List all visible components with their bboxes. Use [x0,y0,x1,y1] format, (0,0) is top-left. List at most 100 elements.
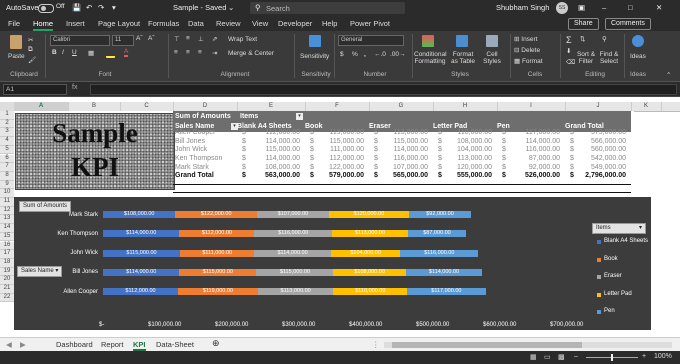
zoom-level[interactable]: 100% [654,353,672,360]
format-painter-icon[interactable]: 🖌 [28,56,36,64]
zoom-in-icon[interactable]: + [642,353,646,360]
copy-icon[interactable]: ⧉ [28,46,33,54]
row-header[interactable]: 7 [0,163,14,172]
paste-button[interactable]: Paste [8,53,25,60]
column-header[interactable]: F [305,102,370,111]
maximize-icon[interactable]: □ [628,3,633,12]
sort-filter-button[interactable]: Sort & Filter [574,51,598,65]
horizontal-scrollbar[interactable] [384,342,672,348]
legend-entry[interactable]: Book [604,256,618,262]
row-header[interactable]: 9 [0,180,14,190]
add-sheet-icon[interactable]: ⊕ [212,338,220,349]
quick-access-chevron-icon[interactable]: ▾ [112,3,116,12]
close-icon[interactable]: ✕ [656,3,662,12]
row-header[interactable]: 12 [0,206,14,216]
column-header[interactable]: J [565,102,632,111]
row-header[interactable]: 6 [0,154,14,164]
legend-entry[interactable]: Eraser [604,273,622,279]
normal-view-icon[interactable]: ▦ [530,353,537,361]
format-as-table-button[interactable]: Format as Table [450,51,476,65]
conditional-formatting-icon[interactable] [422,35,434,47]
format-as-table-icon[interactable] [456,35,468,47]
underline-icon[interactable]: U [72,49,77,56]
delete-cells-button[interactable]: ⊟ Delete [514,46,540,54]
zoom-slider[interactable] [586,354,638,361]
tab-power-pivot[interactable]: Power Pivot [350,19,390,28]
row-header[interactable]: 1 [0,111,14,120]
row-header[interactable]: 15 [0,232,14,242]
zoom-slider-thumb[interactable] [611,354,613,361]
select-all-corner[interactable] [0,102,15,111]
increase-decimal-icon[interactable]: ←.0 [374,51,386,58]
sheet-tab-data-sheet[interactable]: Data-Sheet [156,340,194,349]
comma-style-icon[interactable]: , [364,51,366,58]
row-header[interactable]: 19 [0,267,14,277]
borders-icon[interactable]: ▦ [88,49,94,57]
tab-file[interactable]: File [8,19,20,28]
column-header[interactable]: B [68,102,121,111]
fill-color-icon[interactable] [106,49,115,58]
tab-data[interactable]: Data [188,19,204,28]
row-header[interactable]: 17 [0,250,14,259]
sheet-tab-kpi[interactable]: KPI [133,340,146,351]
sensitivity-button[interactable]: Sensitivity [300,53,329,60]
row-header[interactable]: 14 [0,224,14,233]
fill-icon[interactable]: ⬇ [566,47,571,55]
find-select-button[interactable]: Find & Select [596,51,622,65]
decrease-decimal-icon[interactable]: .00→ [390,51,406,58]
sensitivity-icon[interactable] [309,35,321,47]
tab-home[interactable]: Home [33,19,54,31]
insert-cells-button[interactable]: ⊞ Insert [514,35,538,43]
font-size-dropdown[interactable]: 11 [112,35,134,46]
autosave-toggle[interactable] [38,4,54,13]
cell-styles-icon[interactable] [486,35,498,47]
row-header[interactable]: 8 [0,171,14,181]
undo-icon[interactable]: ↶ [86,3,92,12]
percent-icon[interactable]: % [352,51,358,58]
font-color-icon[interactable]: A [124,48,129,57]
values-field-button[interactable]: Sum of Amounts [19,201,72,212]
bold-icon[interactable]: B [52,49,57,56]
sheet-tab-report[interactable]: Report [101,340,124,349]
tab-view[interactable]: View [252,19,268,28]
column-header[interactable]: K [631,102,662,111]
legend-field-button[interactable]: Items ▾ [592,223,646,234]
row-header[interactable]: 21 [0,285,14,294]
column-header[interactable]: E [237,102,306,111]
format-cells-button[interactable]: ▦ Format [514,57,543,65]
tab-split-icon[interactable]: ⋮ [372,340,380,349]
number-format-dropdown[interactable]: General [338,35,404,46]
paste-icon[interactable] [10,35,22,49]
items-filter-button[interactable]: ▾ [296,113,303,120]
align-bottom-icon[interactable]: ⊥ [198,35,204,43]
ribbon-display-icon[interactable]: ▣ [578,3,585,12]
align-middle-icon[interactable]: ≡ [186,35,190,42]
tab-help[interactable]: Help [322,19,337,28]
align-top-icon[interactable]: ⊤ [174,35,180,43]
comments-button[interactable]: Comments [605,18,651,30]
fx-icon[interactable]: fx [72,84,77,91]
cell-styles-button[interactable]: Cell Styles [480,51,504,65]
column-header[interactable]: D [173,102,238,111]
ideas-icon[interactable] [632,35,644,47]
row-header[interactable]: 11 [0,198,14,207]
row-header[interactable]: 3 [0,128,14,138]
pivot-chart[interactable]: Sum of Amounts Sales Name ▾ Items ▾ Mark … [14,197,651,330]
conditional-formatting-button[interactable]: Conditional Formatting [414,51,447,65]
sheet-tab-dashboard[interactable]: Dashboard [56,340,93,349]
scrollbar-thumb[interactable] [392,342,582,348]
formula-input[interactable] [90,84,677,95]
prev-sheet-icon[interactable]: ◀ [6,340,12,349]
row-header[interactable]: 5 [0,145,14,155]
align-left-icon[interactable]: ≡ [174,49,178,56]
legend-entry[interactable]: Blank A4 Sheets [604,238,648,244]
tab-formulas[interactable]: Formulas [148,19,179,28]
column-header[interactable]: A [14,102,69,111]
increase-font-icon[interactable]: Aˆ [136,35,143,42]
kpi-picture[interactable]: Sample KPI [15,113,175,190]
minimize-icon[interactable]: – [602,3,606,12]
share-button[interactable]: Share [568,18,599,30]
orientation-icon[interactable]: ⇗ [212,35,217,43]
search-box[interactable]: ⚲ Search [250,2,405,14]
align-right-icon[interactable]: ≡ [198,49,202,56]
